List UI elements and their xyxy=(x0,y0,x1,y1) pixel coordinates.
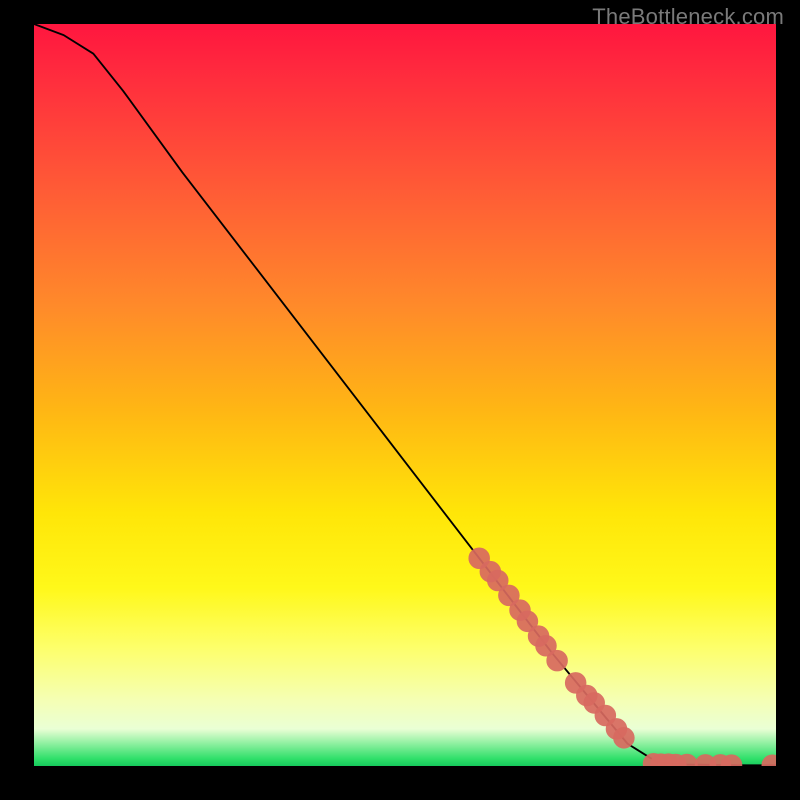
scatter-dot xyxy=(520,614,534,628)
plot-area xyxy=(34,24,776,766)
chart-svg xyxy=(34,24,776,766)
scatter-dot xyxy=(765,758,776,766)
scatter-dot xyxy=(539,639,553,653)
scatter-dot xyxy=(680,757,694,766)
scatter-dot xyxy=(617,731,631,745)
scatter-dot xyxy=(724,758,738,766)
scatter-dot xyxy=(491,573,505,587)
chart-frame: TheBottleneck.com xyxy=(0,0,800,800)
scatter-group xyxy=(472,551,776,766)
scatter-dot xyxy=(502,588,516,602)
scatter-dot xyxy=(550,654,564,668)
curve-line xyxy=(34,24,776,765)
